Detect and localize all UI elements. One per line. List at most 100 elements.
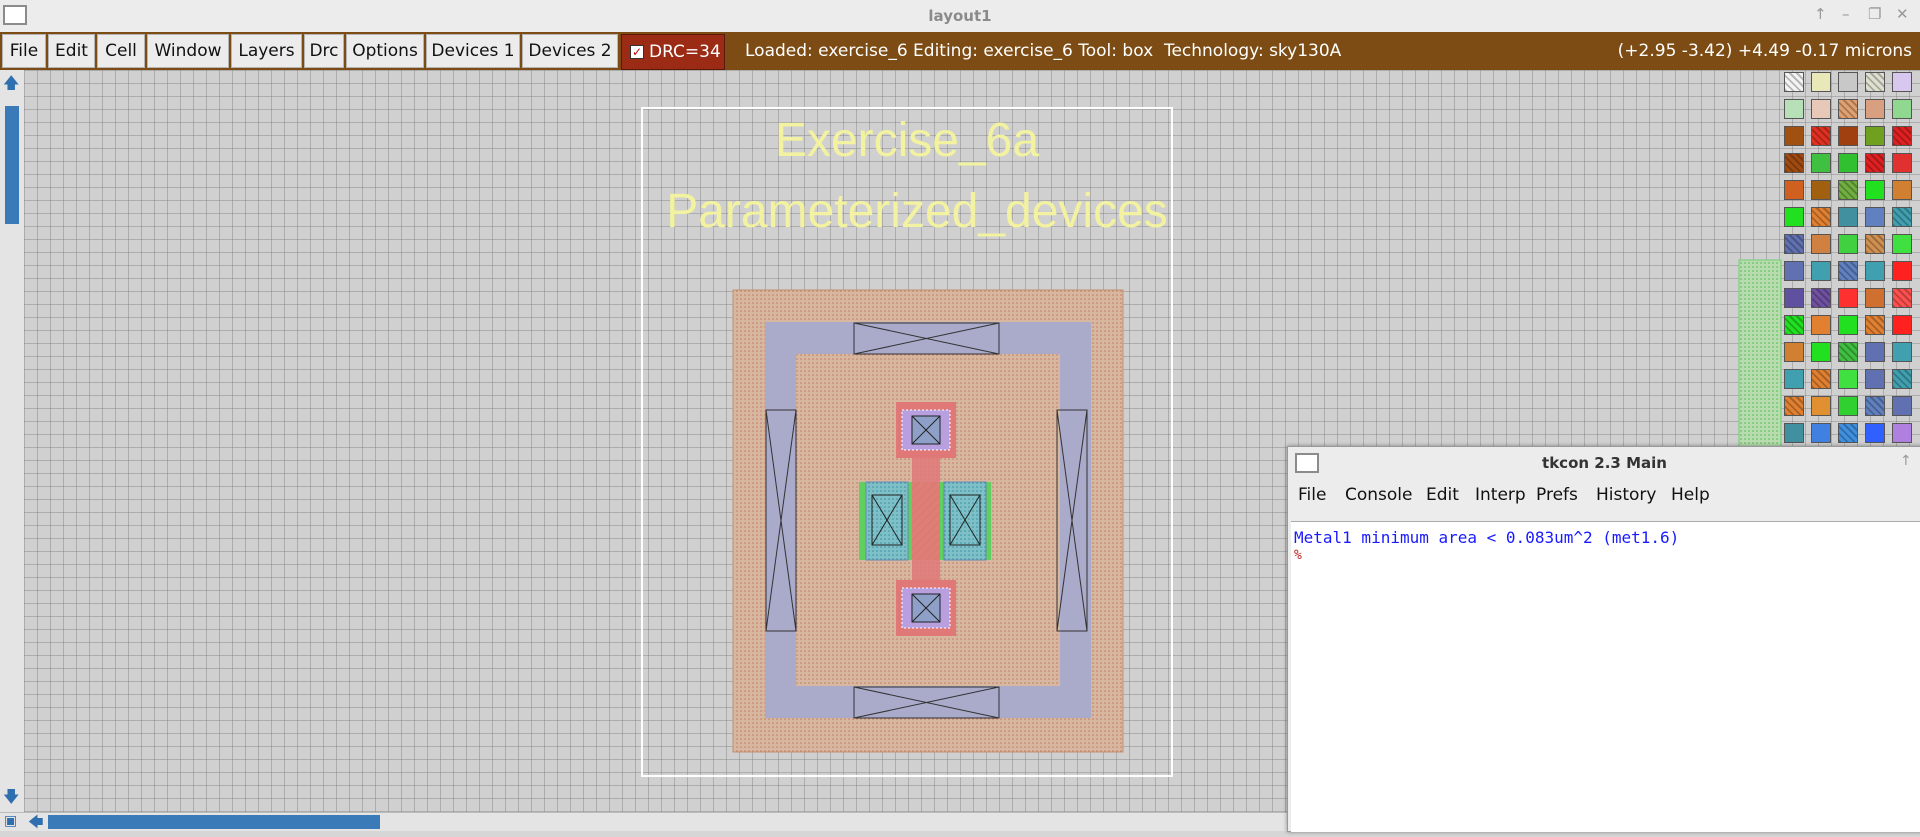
menu-devices-1[interactable]: Devices 1 (426, 34, 520, 68)
menu-layers[interactable]: Layers (231, 34, 302, 68)
layer-swatch[interactable] (1865, 180, 1885, 200)
layer-swatch[interactable] (1892, 342, 1912, 362)
layer-swatch[interactable] (1838, 342, 1858, 362)
console-prompt[interactable]: % (1294, 548, 1302, 563)
menu-options[interactable]: Options (346, 34, 424, 68)
layer-swatch[interactable] (1892, 180, 1912, 200)
layer-swatch[interactable] (1811, 153, 1831, 173)
layer-swatch[interactable] (1811, 315, 1831, 335)
tkcon-menu-prefs[interactable]: Prefs (1536, 485, 1578, 505)
layer-swatch[interactable] (1892, 288, 1912, 308)
horizontal-scrollbar[interactable]: ▣ 🡄 (0, 812, 1290, 831)
tkcon-menu-console[interactable]: Console (1345, 485, 1413, 505)
layer-swatch[interactable] (1865, 369, 1885, 389)
layer-swatch[interactable] (1865, 126, 1885, 146)
layer-swatch[interactable] (1811, 99, 1831, 119)
layer-swatch[interactable] (1865, 288, 1885, 308)
layer-swatch[interactable] (1784, 288, 1804, 308)
layer-swatch[interactable] (1865, 99, 1885, 119)
layer-swatch[interactable] (1838, 180, 1858, 200)
layer-swatch[interactable] (1838, 126, 1858, 146)
layer-swatch[interactable] (1865, 342, 1885, 362)
layer-swatch[interactable] (1838, 261, 1858, 281)
tkcon-menu-history[interactable]: History (1596, 485, 1656, 505)
layer-swatch[interactable] (1838, 99, 1858, 119)
layer-swatch[interactable] (1838, 369, 1858, 389)
layer-swatch[interactable] (1865, 153, 1885, 173)
layer-swatch[interactable] (1811, 126, 1831, 146)
close-icon[interactable]: ✕ (1896, 5, 1909, 23)
scroll-up-arrow-icon[interactable]: 🡅 (3, 72, 19, 99)
layer-swatch[interactable] (1784, 396, 1804, 416)
layer-swatch[interactable] (1811, 369, 1831, 389)
layer-swatch[interactable] (1784, 207, 1804, 227)
layer-swatch[interactable] (1892, 234, 1912, 254)
layer-swatch[interactable] (1784, 234, 1804, 254)
layer-swatch[interactable] (1865, 207, 1885, 227)
layer-swatch[interactable] (1784, 261, 1804, 281)
layer-swatch[interactable] (1838, 153, 1858, 173)
layer-swatch[interactable] (1811, 234, 1831, 254)
vertical-scroll-thumb[interactable] (5, 106, 19, 224)
layer-swatch[interactable] (1784, 99, 1804, 119)
layer-swatch[interactable] (1784, 342, 1804, 362)
layer-swatch[interactable] (1838, 207, 1858, 227)
horizontal-scroll-thumb[interactable] (48, 815, 380, 829)
layer-swatch[interactable] (1838, 423, 1858, 443)
layer-swatch[interactable] (1838, 315, 1858, 335)
tkcon-menu-interp[interactable]: Interp (1475, 485, 1526, 505)
layer-swatch[interactable] (1892, 315, 1912, 335)
layer-swatch[interactable] (1784, 315, 1804, 335)
layer-swatch[interactable] (1892, 72, 1912, 92)
layer-swatch[interactable] (1784, 153, 1804, 173)
vertical-scrollbar[interactable]: 🡅 🡇 (0, 70, 25, 812)
layer-swatch[interactable] (1892, 396, 1912, 416)
layer-swatch[interactable] (1811, 396, 1831, 416)
maximize-icon[interactable]: ❐ (1868, 5, 1881, 23)
layer-swatch[interactable] (1865, 423, 1885, 443)
layer-swatch[interactable] (1811, 423, 1831, 443)
layer-swatch[interactable] (1865, 72, 1885, 92)
layer-swatch[interactable] (1784, 423, 1804, 443)
layer-swatch[interactable] (1865, 234, 1885, 254)
layer-swatch[interactable] (1811, 288, 1831, 308)
menu-devices-2[interactable]: Devices 2 (522, 34, 618, 68)
drc-checkbox-icon[interactable]: ✓ (630, 45, 644, 59)
tkcon-up-icon[interactable]: ↑ (1900, 453, 1912, 469)
layer-swatch[interactable] (1865, 315, 1885, 335)
layer-swatch[interactable] (1838, 288, 1858, 308)
layer-swatch[interactable] (1892, 126, 1912, 146)
menu-cell[interactable]: Cell (97, 34, 145, 68)
scroll-left-arrow-icon[interactable]: 🡄 (28, 812, 44, 837)
layer-swatch[interactable] (1892, 261, 1912, 281)
tkcon-menu-file[interactable]: File (1298, 485, 1326, 505)
layer-swatch[interactable] (1892, 99, 1912, 119)
menu-file[interactable]: File (2, 34, 46, 68)
zoom-box-icon[interactable]: ▣ (4, 813, 17, 829)
layer-swatch[interactable] (1811, 261, 1831, 281)
layer-swatch[interactable] (1892, 153, 1912, 173)
layer-swatch[interactable] (1838, 72, 1858, 92)
tkcon-console-output[interactable]: Metal1 minimum area < 0.083um^2 (met1.6)… (1291, 521, 1920, 832)
layer-swatch[interactable] (1892, 207, 1912, 227)
layer-swatch[interactable] (1811, 72, 1831, 92)
layer-swatch[interactable] (1892, 369, 1912, 389)
layer-swatch[interactable] (1838, 396, 1858, 416)
layer-swatch[interactable] (1811, 180, 1831, 200)
tkcon-menu-edit[interactable]: Edit (1426, 485, 1459, 505)
scroll-down-arrow-icon[interactable]: 🡇 (3, 786, 19, 813)
minimize-icon[interactable]: – (1842, 5, 1850, 23)
drc-toggle[interactable]: ✓ DRC=34 (621, 34, 725, 70)
layer-swatch[interactable] (1784, 126, 1804, 146)
layer-swatch[interactable] (1784, 72, 1804, 92)
window-up-icon[interactable]: ↑ (1814, 5, 1827, 23)
layer-swatch[interactable] (1784, 180, 1804, 200)
tkcon-menu-help[interactable]: Help (1671, 485, 1710, 505)
layer-swatch[interactable] (1811, 342, 1831, 362)
layer-swatch[interactable] (1865, 261, 1885, 281)
layer-swatch[interactable] (1892, 423, 1912, 443)
layer-swatch[interactable] (1838, 234, 1858, 254)
layer-swatch[interactable] (1865, 396, 1885, 416)
menu-edit[interactable]: Edit (48, 34, 95, 68)
layer-swatch[interactable] (1784, 369, 1804, 389)
